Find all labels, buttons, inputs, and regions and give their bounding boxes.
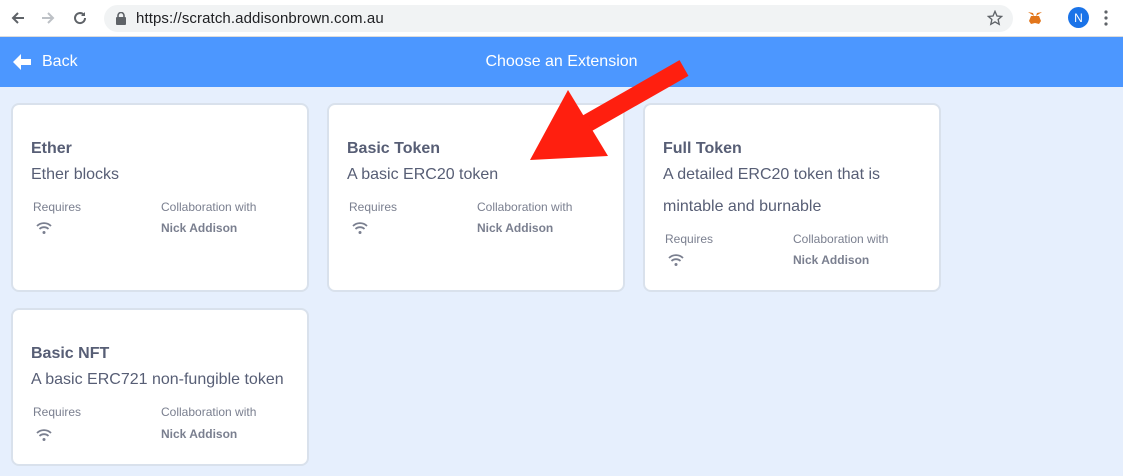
- profile-avatar[interactable]: N: [1068, 7, 1089, 28]
- extension-title: Full Token: [663, 140, 742, 157]
- browser-menu-icon[interactable]: [1104, 10, 1108, 31]
- extension-card-full-token[interactable]: Full Token A detailed ERC20 token that i…: [643, 103, 941, 292]
- url-text: https://scratch.addisonbrown.com.au: [136, 10, 384, 27]
- requires-label: Requires: [665, 232, 714, 246]
- collaboration-label: Collaboration with: [161, 405, 257, 419]
- extension-description: A detailed ERC20 token that is mintable …: [663, 166, 881, 215]
- requires-label: Requires: [33, 405, 82, 419]
- page-title: Choose an Extension: [485, 53, 638, 70]
- lock-icon: [116, 11, 126, 30]
- reload-icon[interactable]: [70, 8, 90, 28]
- extension-card-basic-token[interactable]: Basic Token A basic ERC20 token Requires…: [327, 103, 625, 292]
- wifi-icon: [36, 428, 52, 446]
- collaborator-name: Nick Addison: [793, 253, 870, 267]
- extension-description: A basic ERC20 token: [347, 166, 499, 183]
- wifi-icon: [36, 221, 52, 239]
- bookmark-star-icon[interactable]: [986, 9, 1004, 31]
- extension-description: A basic ERC721 non-fungible token: [31, 371, 284, 388]
- address-bar[interactable]: https://scratch.addisonbrown.com.au: [104, 5, 1013, 32]
- collaboration-label: Collaboration with: [161, 200, 257, 214]
- extension-title: Ether: [31, 140, 72, 157]
- collaborator-name: Nick Addison: [477, 221, 554, 235]
- collaborator-name: Nick Addison: [161, 221, 238, 235]
- extension-description: Ether blocks: [31, 166, 120, 183]
- app-header: Back Choose an Extension: [0, 37, 1123, 87]
- collaboration-label: Collaboration with: [477, 200, 573, 214]
- extension-card-basic-nft[interactable]: Basic NFT A basic ERC721 non-fungible to…: [11, 308, 309, 466]
- wifi-icon: [668, 253, 684, 271]
- extension-title: Basic NFT: [31, 345, 110, 362]
- wifi-icon: [352, 221, 368, 239]
- requires-label: Requires: [349, 200, 398, 214]
- collaborator-name: Nick Addison: [161, 427, 238, 441]
- metamask-extension-icon[interactable]: [1026, 9, 1044, 32]
- browser-forward-icon[interactable]: [38, 8, 58, 28]
- extension-title: Basic Token: [347, 140, 441, 157]
- requires-label: Requires: [33, 200, 82, 214]
- browser-back-icon[interactable]: [8, 8, 28, 28]
- extension-card-ether[interactable]: Ether Ether blocks Requires Collaboratio…: [11, 103, 309, 292]
- browser-toolbar: https://scratch.addisonbrown.com.au N: [0, 0, 1123, 37]
- collaboration-label: Collaboration with: [793, 232, 889, 246]
